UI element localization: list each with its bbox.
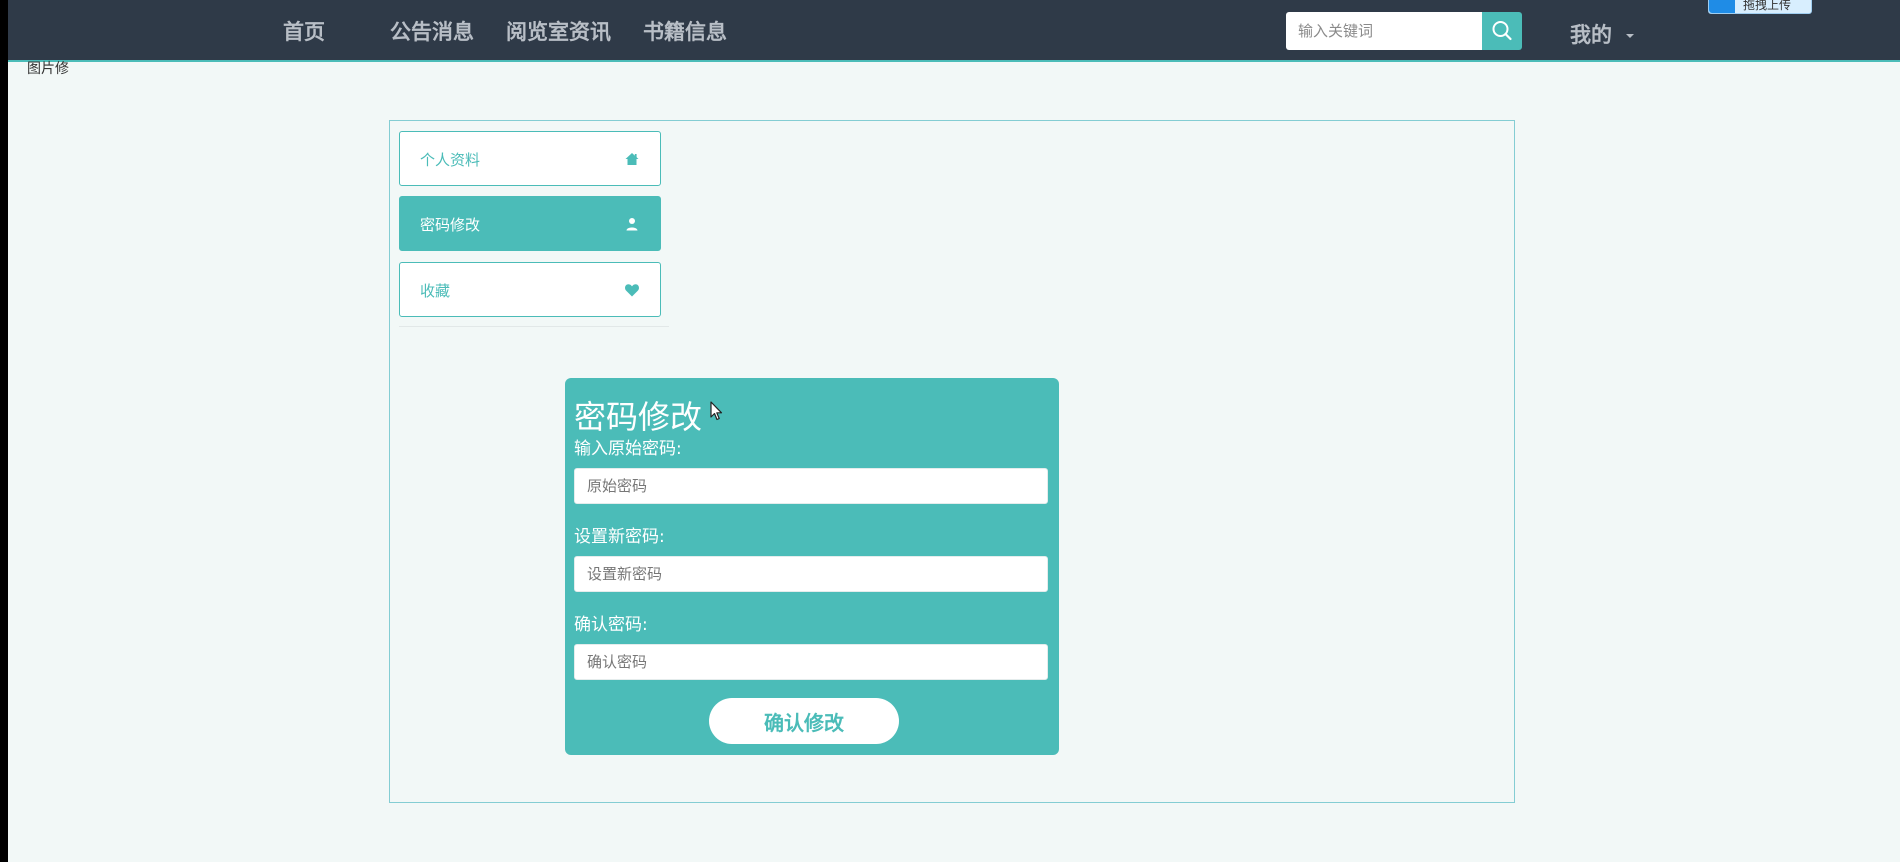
stray-text: 图片修 [27,61,69,77]
new-password-input[interactable] [574,556,1048,592]
user-icon [626,218,638,231]
page: 首页 公告消息 阅览室资讯 书籍信息 我的 拖拽上传 图片修 个人资料 [8,0,1900,862]
sidebar-item-password[interactable]: 密码修改 [399,196,661,251]
form-title: 密码修改 [574,398,703,436]
nav-link-book-info[interactable]: 书籍信息 [643,19,727,45]
password-change-card: 密码修改 输入原始密码: 设置新密码: 确认密码: 确认修改 [565,378,1059,755]
confirm-password-label: 确认密码: [574,615,648,635]
sidebar-item-label: 密码修改 [420,216,481,234]
drag-upload-label: 拖拽上传 [1743,0,1792,12]
chevron-down-icon [1626,34,1634,38]
mouse-cursor-icon [710,401,723,421]
sidebar-item-favorites[interactable]: 收藏 [399,262,661,317]
original-password-input[interactable] [574,468,1048,504]
drag-upload-widget[interactable]: 拖拽上传 [1708,0,1812,14]
sidebar-menu: 个人资料 密码修改 收藏 [399,131,669,327]
confirm-change-button[interactable]: 确认修改 [709,698,899,744]
new-password-label: 设置新密码: [574,527,665,547]
top-nav: 首页 公告消息 阅览室资讯 书籍信息 我的 [8,0,1900,62]
search-icon [1492,21,1512,41]
nav-link-home[interactable]: 首页 [283,19,325,45]
sidebar-item-label: 收藏 [420,282,451,300]
upload-logo-icon [1709,0,1735,13]
search-input[interactable] [1286,12,1482,50]
confirm-password-input[interactable] [574,644,1048,680]
heart-icon [625,284,639,297]
nav-link-announcements[interactable]: 公告消息 [390,19,474,45]
original-password-label: 输入原始密码: [574,439,682,459]
home-icon [625,153,639,165]
my-account-label: 我的 [1570,23,1612,47]
sidebar-item-label: 个人资料 [420,151,481,169]
sidebar-item-profile[interactable]: 个人资料 [399,131,661,186]
my-account-dropdown[interactable]: 我的 [1570,19,1634,49]
nav-link-reading-room-news[interactable]: 阅览室资讯 [506,19,611,45]
search-button[interactable] [1482,12,1522,50]
